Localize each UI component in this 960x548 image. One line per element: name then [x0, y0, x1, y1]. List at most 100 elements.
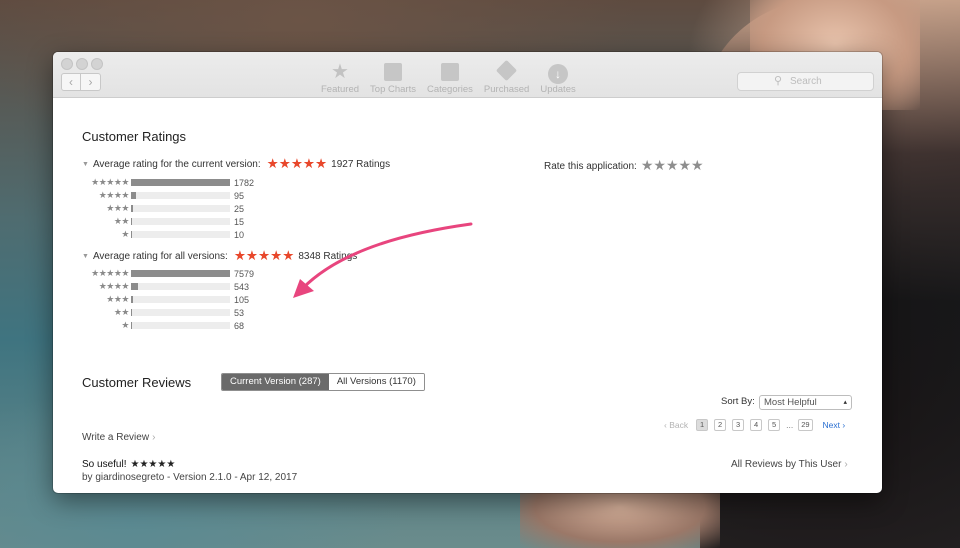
histogram-row: ★★ 15: [82, 215, 282, 228]
histogram-bar-track: [131, 192, 230, 199]
pager-ellipsis: ...: [786, 420, 794, 430]
box-icon: [427, 60, 473, 84]
customer-ratings-title: Customer Ratings: [82, 129, 187, 144]
histogram-count: 15: [234, 217, 245, 227]
chevron-right-icon: ›: [844, 459, 848, 470]
tab-updates[interactable]: ↓ Updates: [540, 60, 576, 95]
all-versions-histogram: ★★★★★ 7579 ★★★★ 543 ★★★ 105 ★★ 53 ★ 68: [82, 267, 282, 332]
app-detail-content: Customer Ratings ▼ Average rating for the…: [53, 98, 882, 493]
histogram-bar-track: [131, 218, 230, 225]
histogram-stars: ★: [121, 229, 129, 239]
zoom-window-button[interactable]: [91, 58, 103, 70]
histogram-count: 25: [234, 204, 245, 214]
current-version-label: Average rating for the current version:: [92, 159, 261, 170]
review-stars: ★★★★★: [130, 459, 176, 470]
chevron-right-icon: ›: [152, 432, 156, 443]
histogram-bar-track: [131, 179, 230, 186]
tab-categories[interactable]: Categories: [427, 60, 473, 95]
histogram-row: ★★ 53: [82, 306, 282, 319]
sort-value: Most Helpful: [764, 397, 817, 408]
histogram-count: 1782: [234, 178, 255, 188]
histogram-bar-track: [131, 205, 230, 212]
current-version-rating: ▼ Average rating for the current version:…: [82, 156, 390, 172]
histogram-row: ★ 68: [82, 319, 282, 332]
histogram-bar: [131, 309, 132, 316]
app-store-window: ‹ › ★ Featured Top Charts Categories Pur…: [53, 52, 882, 493]
histogram-row: ★★★ 105: [82, 293, 282, 306]
back-button[interactable]: ‹: [61, 73, 81, 91]
all-versions-label: Average rating for all versions:: [92, 251, 228, 262]
histogram-bar: [131, 179, 230, 186]
review-title-text: So useful!: [82, 459, 127, 470]
tab-featured[interactable]: ★ Featured: [321, 60, 359, 95]
star-icon: ★: [331, 61, 349, 83]
search-input[interactable]: ⚲ Search: [737, 72, 874, 91]
tab-all-versions[interactable]: All Versions (1170): [328, 374, 424, 390]
pager-page-last[interactable]: 29: [798, 419, 813, 431]
all-versions-stars: ★★★★★: [233, 248, 295, 263]
review-title: So useful! ★★★★★: [82, 459, 175, 470]
histogram-count: 543: [234, 282, 250, 292]
history-nav: ‹ ›: [61, 73, 101, 91]
pager-next-link[interactable]: Next ›: [823, 420, 846, 430]
histogram-count: 10: [234, 230, 245, 240]
disclosure-triangle-icon[interactable]: ▼: [82, 253, 89, 260]
chevron-right-icon: ›: [88, 75, 93, 89]
search-placeholder: Search: [790, 76, 822, 87]
rate-application: Rate this application: ★★★★★: [544, 157, 704, 174]
pager-page[interactable]: 5: [768, 419, 781, 431]
histogram-count: 105: [234, 295, 250, 305]
pager-back-link[interactable]: ‹ Back: [664, 420, 688, 430]
pager-page[interactable]: 1: [696, 419, 709, 431]
histogram-bar-track: [131, 231, 230, 238]
tab-label: Top Charts: [370, 84, 416, 95]
forward-button[interactable]: ›: [81, 73, 101, 91]
histogram-bar: [131, 192, 137, 199]
histogram-row: ★★★★ 95: [82, 189, 282, 202]
pager-page[interactable]: 4: [750, 419, 763, 431]
histogram-stars: ★★★: [106, 294, 129, 304]
tab-label: Categories: [426, 84, 473, 95]
tab-top-charts[interactable]: Top Charts: [370, 60, 416, 95]
pager-page[interactable]: 3: [732, 419, 745, 431]
pager-page[interactable]: 2: [714, 419, 727, 431]
histogram-bar: [131, 270, 230, 277]
sort-select[interactable]: Most Helpful ▴: [759, 395, 852, 410]
close-window-button[interactable]: [61, 58, 73, 70]
histogram-stars: ★★: [113, 216, 130, 226]
updown-arrow-icon: ▴: [843, 399, 847, 406]
histogram-count: 95: [234, 191, 245, 201]
tab-label: Purchased: [483, 84, 530, 95]
histogram-stars: ★★★★: [98, 190, 130, 200]
all-reviews-by-user-link[interactable]: All Reviews by This User ›: [731, 459, 848, 470]
histogram-bar: [131, 296, 133, 303]
histogram-row: ★★★★★ 1782: [82, 176, 282, 189]
current-version-stars: ★★★★★: [266, 156, 328, 171]
histogram-row: ★★★★ 543: [82, 280, 282, 293]
write-review-link[interactable]: Write a Review ›: [82, 432, 155, 443]
rate-application-label: Rate this application:: [544, 161, 637, 172]
all-versions-count: 8348 Ratings: [298, 251, 358, 262]
customer-reviews-title: Customer Reviews: [82, 375, 192, 390]
histogram-row: ★★★★★ 7579: [82, 267, 282, 280]
write-review-label: Write a Review: [82, 432, 150, 443]
histogram-stars: ★★★★: [98, 281, 130, 291]
histogram-stars: ★: [121, 320, 129, 330]
tab-purchased[interactable]: Purchased: [483, 59, 530, 95]
histogram-bar-track: [131, 309, 230, 316]
tab-current-version[interactable]: Current Version (287): [222, 374, 329, 390]
histogram-count: 68: [234, 321, 245, 331]
all-versions-rating: ▼ Average rating for all versions: ★★★★★ 83…: [82, 248, 357, 264]
histogram-bar: [131, 322, 132, 329]
minimize-window-button[interactable]: [76, 58, 88, 70]
all-reviews-by-user-label: All Reviews by This User: [731, 459, 842, 470]
histogram-stars: ★★★★★: [91, 177, 129, 187]
sort-by-label: Sort By:: [721, 396, 755, 407]
disclosure-triangle-icon[interactable]: ▼: [82, 161, 89, 168]
rate-application-stars[interactable]: ★★★★★: [641, 157, 704, 173]
current-version-histogram: ★★★★★ 1782 ★★★★ 95 ★★★ 25 ★★ 15 ★ 10: [82, 176, 282, 241]
toolbar-tabs: ★ Featured Top Charts Categories Purchas…: [321, 59, 587, 95]
download-icon: ↓: [540, 60, 575, 84]
histogram-bar: [131, 205, 133, 212]
histogram-bar-track: [131, 322, 230, 329]
